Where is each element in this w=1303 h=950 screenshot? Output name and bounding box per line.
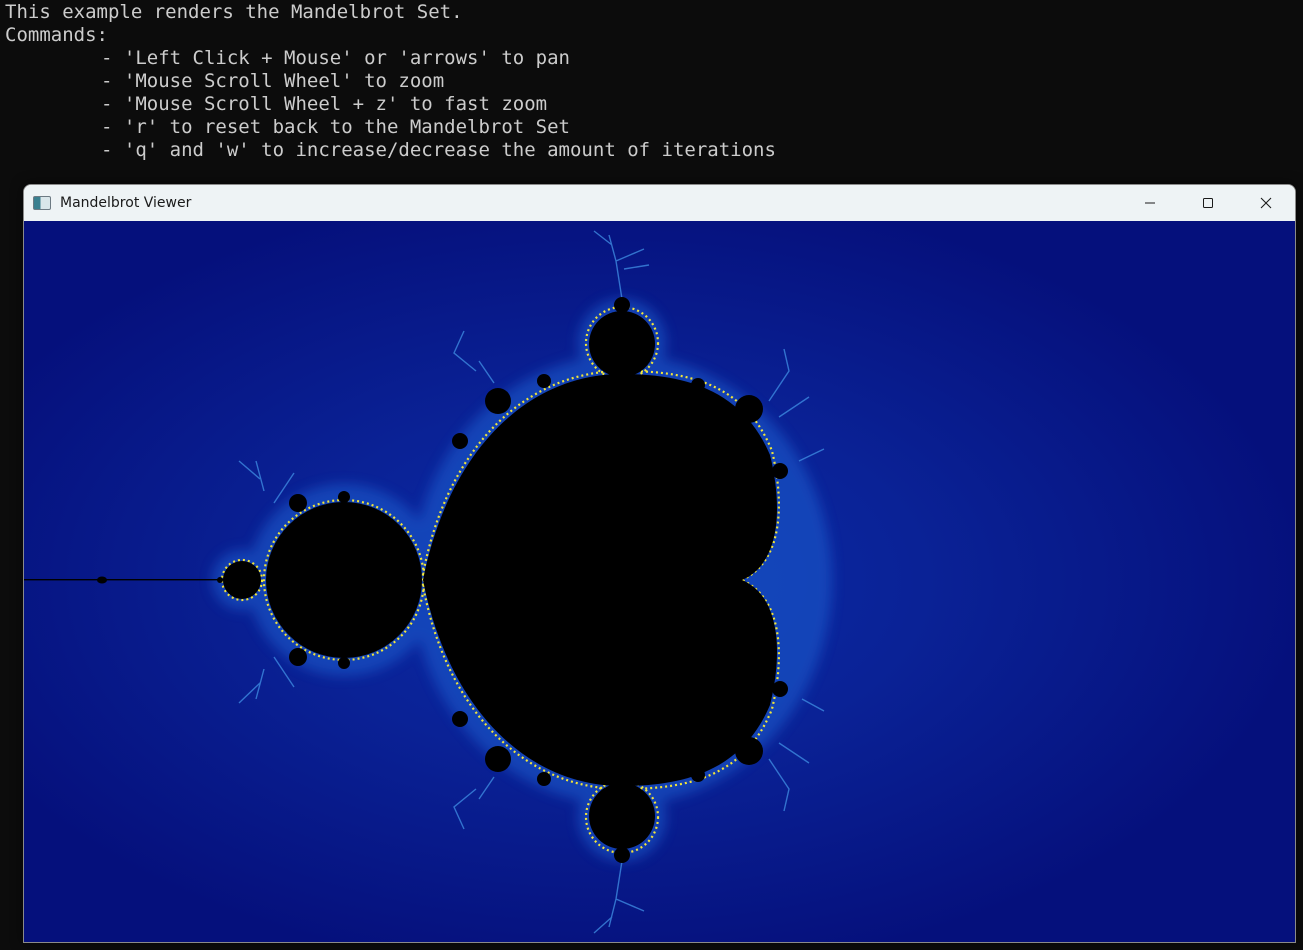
close-icon <box>1260 197 1272 209</box>
maximize-icon <box>1203 198 1213 208</box>
minimize-icon <box>1145 202 1155 204</box>
window-title: Mandelbrot Viewer <box>60 195 192 211</box>
console-line-iterations: - 'q' and 'w' to increase/decrease the a… <box>101 139 776 161</box>
console-line-zoom: - 'Mouse Scroll Wheel' to zoom <box>101 70 445 92</box>
mandelbrot-render <box>24 221 1295 942</box>
window-titlebar[interactable]: Mandelbrot Viewer <box>24 185 1295 221</box>
console-line-reset: - 'r' to reset back to the Mandelbrot Se… <box>101 116 570 138</box>
caption-buttons <box>1121 185 1295 221</box>
console-line-pan: - 'Left Click + Mouse' or 'arrows' to pa… <box>101 47 570 69</box>
console-line-intro: This example renders the Mandelbrot Set. <box>5 1 463 23</box>
minimize-button[interactable] <box>1121 185 1179 221</box>
fractal-viewport[interactable] <box>24 221 1295 942</box>
console-line-commands-header: Commands: <box>5 24 108 46</box>
app-window-icon <box>33 196 51 210</box>
console-line-fast-zoom: - 'Mouse Scroll Wheel + z' to fast zoom <box>101 93 548 115</box>
console-output: This example renders the Mandelbrot Set.… <box>5 1 776 162</box>
mandelbrot-viewer-window[interactable]: Mandelbrot Viewer <box>23 184 1296 943</box>
maximize-button[interactable] <box>1179 185 1237 221</box>
close-button[interactable] <box>1237 185 1295 221</box>
